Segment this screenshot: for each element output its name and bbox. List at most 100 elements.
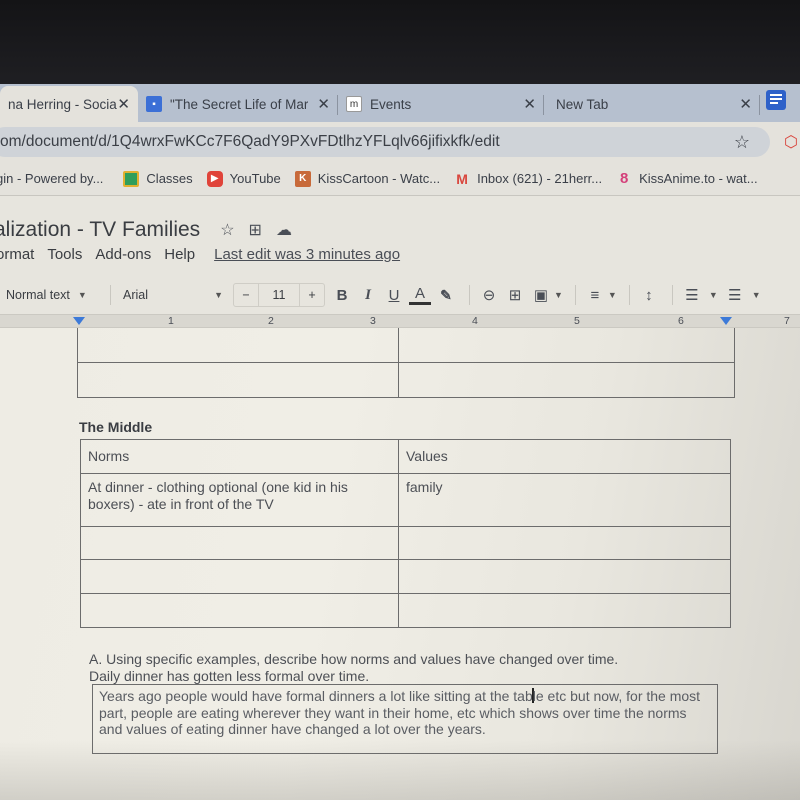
left-indent-marker[interactable] <box>73 317 85 325</box>
ruler[interactable]: 1 2 3 4 5 6 7 <box>0 314 800 328</box>
ruler-label: 1 <box>168 315 174 327</box>
decrease-font-size-button[interactable]: − <box>234 284 258 306</box>
close-icon[interactable]: ✕ <box>523 95 536 113</box>
right-indent-marker[interactable] <box>720 317 732 325</box>
bulleted-list-icon[interactable]: ☰ <box>724 286 746 304</box>
tab-separator <box>759 95 760 115</box>
add-comment-icon[interactable]: ⊞ <box>504 286 526 304</box>
font-size-input[interactable]: 11 <box>258 284 300 306</box>
bookmark-kissanime[interactable]: 8 KissAnime.to - wat... <box>616 170 758 187</box>
chevron-down-icon[interactable]: ▼ <box>752 290 761 300</box>
close-icon[interactable]: ✕ <box>317 95 330 113</box>
line-spacing-icon[interactable]: ↕ <box>638 287 660 304</box>
bookmark-label: gin - Powered by... <box>0 171 104 186</box>
menu-format[interactable]: ormat <box>0 246 34 263</box>
header-norms[interactable]: Norms <box>80 439 399 474</box>
move-folder-icon[interactable]: ⊞ <box>249 220 262 240</box>
table-row <box>80 526 731 560</box>
last-edit-link[interactable]: Last edit was 3 minutes ago <box>214 246 400 263</box>
table-cell[interactable] <box>80 526 399 560</box>
tab-strip: na Herring - Socia ✕ ▪ "The Secret Life … <box>0 84 800 122</box>
bookmark-label: Classes <box>146 171 193 186</box>
divider <box>671 285 673 305</box>
tab-label: Events <box>370 96 412 112</box>
section-title: The Middle <box>79 419 153 435</box>
menu-tools[interactable]: Tools <box>47 246 82 263</box>
header-values[interactable]: Values <box>398 439 731 474</box>
highlight-pen-icon[interactable]: ✎ <box>435 287 457 304</box>
table-row <box>77 328 735 363</box>
table-cell[interactable] <box>398 526 731 560</box>
kisscartoon-icon: K <box>294 170 311 187</box>
youtube-icon: ▶ <box>206 170 223 187</box>
table-cell[interactable] <box>398 593 731 628</box>
bookmark-star-icon[interactable]: ☆ <box>734 132 750 153</box>
norms-values-table: Norms Values At dinner - clothing option… <box>80 439 731 628</box>
tab-secret-life[interactable]: ▪ "The Secret Life of Mary ✕ <box>138 86 338 122</box>
kissanime-icon: 8 <box>619 170 629 187</box>
format-toolbar: Normal text ▼ Arial ▼ − 11 + B I U A ✎ ⊖… <box>0 280 800 310</box>
bookmark-login[interactable]: gin - Powered by... <box>0 171 103 186</box>
ruler-label: 6 <box>678 315 684 327</box>
bookmark-gmail[interactable]: M Inbox (621) - 21herr... <box>454 171 602 187</box>
table-cell[interactable] <box>398 328 735 363</box>
table-cell[interactable]: family <box>398 473 731 527</box>
gmail-icon: M <box>456 170 468 187</box>
page-shadow <box>0 740 800 800</box>
tab-new-tab[interactable]: New Tab ✕ <box>544 86 760 122</box>
document-page[interactable]: The Middle Norms Values At dinner - clot… <box>0 328 800 800</box>
underline-button[interactable]: U <box>383 287 405 304</box>
italic-button[interactable]: I <box>357 287 379 304</box>
close-icon[interactable]: ✕ <box>117 95 130 113</box>
bookmark-label: KissAnime.to - wat... <box>639 171 758 186</box>
bookmark-kisscartoon[interactable]: K KissCartoon - Watc... <box>294 170 441 187</box>
chevron-down-icon[interactable]: ▼ <box>608 290 617 300</box>
font-dropdown[interactable]: Arial ▼ <box>123 288 223 302</box>
table-cell[interactable]: At dinner - clothing optional (one kid i… <box>80 473 399 527</box>
bookmark-label: Inbox (621) - 21herr... <box>477 171 603 186</box>
star-icon[interactable]: ☆ <box>220 220 234 240</box>
tab-label: "The Secret Life of Mary <box>170 96 308 112</box>
bookmark-classes[interactable]: Classes <box>123 170 193 187</box>
ruler-label: 3 <box>370 315 376 327</box>
docs-extension-icon[interactable] <box>766 90 786 110</box>
ruler-label: 4 <box>472 315 478 327</box>
menu-help[interactable]: Help <box>164 246 195 263</box>
question-summary[interactable]: Daily dinner has gotten less formal over… <box>89 668 618 685</box>
text-color-button[interactable]: A <box>409 285 431 305</box>
insert-image-icon[interactable]: ▣ <box>530 286 552 304</box>
table-cell[interactable] <box>80 593 399 628</box>
extension-icon[interactable]: ⬡ <box>784 132 798 152</box>
table-cell[interactable] <box>80 559 399 594</box>
question-block: A. Using specific examples, describe how… <box>89 651 618 685</box>
table-cell[interactable] <box>398 559 731 594</box>
chevron-down-icon[interactable]: ▼ <box>709 290 718 300</box>
font-size-stepper[interactable]: − 11 + <box>233 283 325 307</box>
table-cell[interactable] <box>398 362 735 398</box>
divider <box>628 285 630 305</box>
bookmark-youtube[interactable]: ▶ YouTube <box>206 170 281 187</box>
tab-docs[interactable]: na Herring - Socia ✕ <box>0 86 138 122</box>
classroom-icon: ▪ <box>146 96 162 112</box>
bookmark-label: KissCartoon - Watc... <box>317 171 441 186</box>
style-dropdown[interactable]: Normal text ▼ <box>6 288 102 302</box>
bold-button[interactable]: B <box>331 287 353 304</box>
cloud-saved-icon[interactable]: ☁ <box>276 220 292 240</box>
menu-add-ons[interactable]: Add-ons <box>95 246 151 263</box>
table-row: At dinner - clothing optional (one kid i… <box>80 473 731 527</box>
browser-toolbar: om/document/d/1Q4wrxFwKCc7F6QadY9PXvFDtl… <box>0 122 800 162</box>
table-cell[interactable] <box>77 362 399 398</box>
table-header-row: Norms Values <box>80 439 731 474</box>
tab-label: na Herring - Socia <box>8 96 117 112</box>
chevron-down-icon[interactable]: ▼ <box>554 290 563 300</box>
ruler-label: 7 <box>784 315 790 327</box>
increase-font-size-button[interactable]: + <box>300 284 324 306</box>
link-icon[interactable]: ⊖ <box>478 286 500 304</box>
address-bar[interactable]: om/document/d/1Q4wrxFwKCc7F6QadY9PXvFDtl… <box>0 127 770 157</box>
close-icon[interactable]: ✕ <box>739 95 752 113</box>
table-cell[interactable] <box>77 328 399 363</box>
numbered-list-icon[interactable]: ☰ <box>681 286 703 304</box>
tab-events[interactable]: m Events ✕ <box>338 86 544 122</box>
align-left-icon[interactable]: ≡ <box>584 287 606 304</box>
document-title[interactable]: alization - TV Families <box>0 218 200 242</box>
